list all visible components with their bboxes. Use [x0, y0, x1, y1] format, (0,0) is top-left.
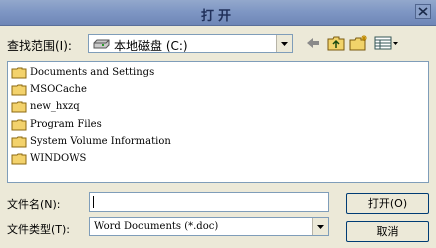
cancel-button[interactable]: 取消: [346, 221, 429, 242]
list-item[interactable]: WINDOWS: [11, 152, 86, 165]
up-folder-icon[interactable]: [327, 35, 345, 51]
file-type-label: 文件类型(T):: [7, 223, 71, 236]
file-name-text: System Volume Information: [30, 136, 171, 147]
open-button[interactable]: 打开(O): [346, 193, 429, 214]
open-file-dialog: 打开 查找范围(I): 本地磁盘 (C:) Documents and Sett…: [0, 0, 436, 248]
file-type-dropdown-arrow[interactable]: [312, 218, 328, 235]
file-name-input[interactable]: [89, 192, 329, 212]
chevron-down-icon: [281, 42, 288, 46]
file-name-text: MSOCache: [30, 84, 87, 95]
chevron-down-icon: [317, 225, 324, 229]
list-item[interactable]: new_hxzq: [11, 100, 80, 113]
look-in-label: 查找范围(I):: [7, 39, 72, 53]
file-type-value: Word Documents (*.doc): [94, 221, 219, 232]
file-name-text: Program Files: [30, 119, 102, 130]
look-in-value: 本地磁盘 (C:): [114, 39, 188, 53]
file-name-text: Documents and Settings: [30, 67, 155, 78]
folder-icon: [11, 84, 27, 95]
folder-icon: [11, 101, 27, 112]
list-item[interactable]: System Volume Information: [11, 135, 171, 148]
list-item[interactable]: Program Files: [11, 118, 102, 131]
look-in-dropdown[interactable]: 本地磁盘 (C:): [88, 34, 293, 53]
new-folder-icon[interactable]: [349, 34, 369, 51]
file-name-text: new_hxzq: [30, 101, 80, 112]
folder-icon: [11, 136, 27, 147]
title-bar[interactable]: 打开: [0, 0, 436, 26]
file-name-text: WINDOWS: [30, 153, 87, 164]
file-name-label: 文件名(N):: [7, 198, 61, 211]
folder-icon: [11, 119, 27, 130]
close-icon: [418, 7, 428, 16]
folder-icon: [11, 153, 27, 164]
file-list[interactable]: Documents and Settings MSOCache new_hxzq…: [7, 61, 429, 183]
view-menu-icon[interactable]: [374, 36, 400, 50]
file-type-dropdown[interactable]: Word Documents (*.doc): [89, 217, 329, 236]
list-item[interactable]: MSOCache: [11, 83, 87, 96]
drive-icon: [93, 39, 110, 49]
list-item[interactable]: Documents and Settings: [11, 66, 154, 79]
text-caret: [93, 196, 94, 208]
back-arrow-icon[interactable]: [306, 37, 320, 49]
look-in-dropdown-arrow[interactable]: [276, 35, 292, 52]
folder-icon: [11, 67, 27, 78]
close-button[interactable]: [415, 4, 431, 19]
dialog-title: 打开: [200, 9, 235, 24]
